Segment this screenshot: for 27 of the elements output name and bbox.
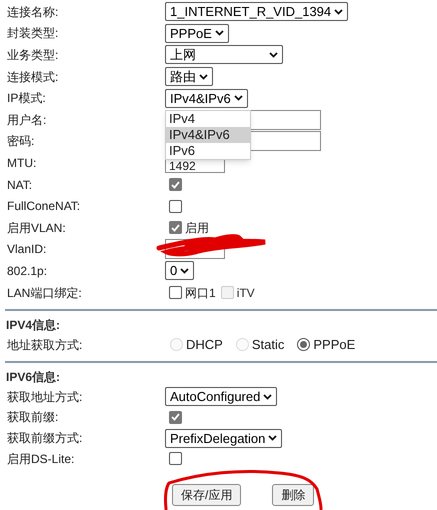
field-label: 业务类型: — [6, 46, 60, 64]
field-label: 连接名称: — [6, 4, 60, 21]
section-heading: IPV6信息: — [5, 369, 62, 386]
checkbox-label: iTV — [236, 284, 255, 302]
field-label: NAT: — [6, 176, 34, 194]
field-label: VlanID: — [6, 241, 48, 258]
field-label: 获取前缀方式: — [6, 430, 84, 448]
field-label: 连接模式: — [6, 68, 60, 86]
field-label: 启用VLAN: — [6, 220, 67, 237]
field-label: 用户名: — [6, 112, 48, 129]
radio-label: DHCP — [186, 336, 223, 354]
field-label: IP模式: — [6, 90, 47, 108]
field-label: 启用DS-Lite: — [6, 450, 76, 468]
section-heading: IPV4信息: — [5, 317, 62, 334]
field-label: 密码: — [6, 133, 36, 150]
field-label: MTU: — [6, 154, 38, 172]
field-label: 获取前缀: — [6, 409, 60, 426]
field-label: 封装类型: — [6, 25, 60, 42]
field-label: 获取地址方式: — [6, 388, 84, 406]
field-label: 地址获取方式: — [6, 336, 84, 354]
checkbox-label: 网口1 — [185, 284, 216, 302]
field-label: FullConeNAT: — [6, 198, 82, 216]
field-label: 802.1p: — [6, 262, 48, 280]
radio-label: Static — [252, 336, 284, 354]
radio-label: PPPoE — [313, 336, 356, 354]
checkbox-label: 启用 — [185, 220, 209, 237]
field-label: LAN端口绑定: — [6, 284, 83, 302]
